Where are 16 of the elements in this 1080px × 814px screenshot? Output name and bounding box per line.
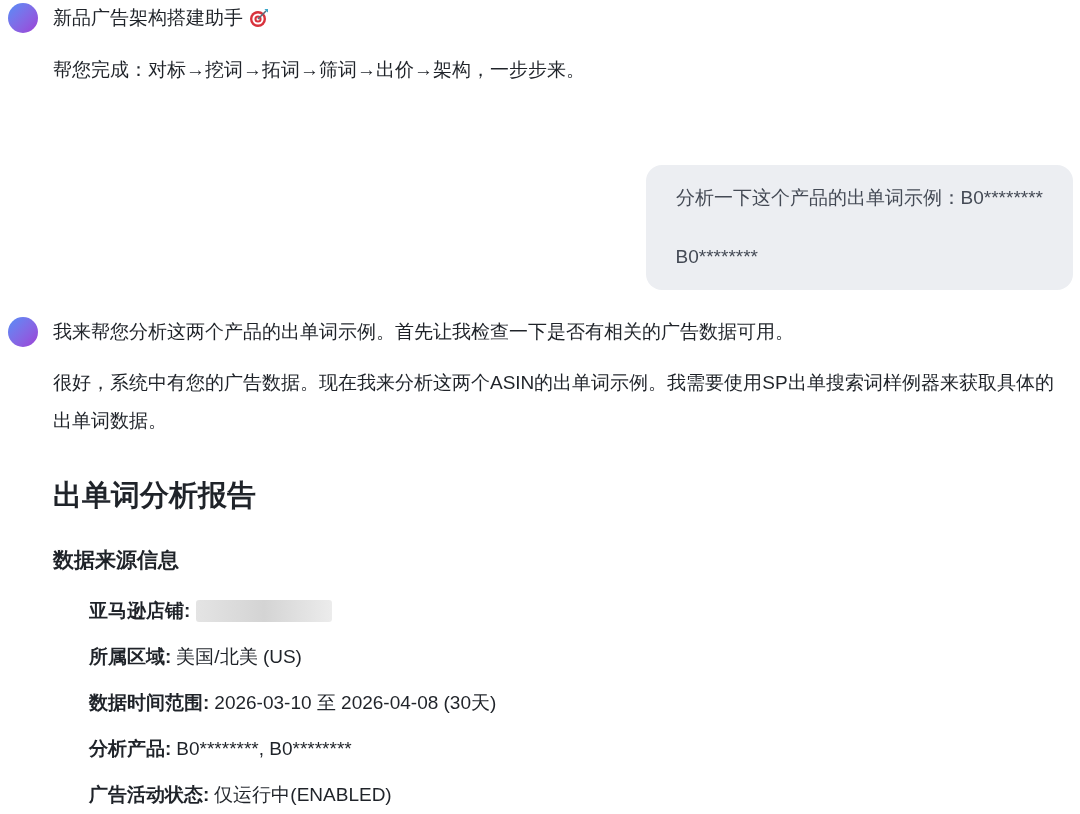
reply-text: 我来帮您分析这两个产品的出单词示例。首先让我检查一下是否有相关的广告数据可用。 (53, 320, 794, 344)
assistant-avatar (8, 317, 38, 347)
assistant-avatar (8, 3, 38, 33)
target-icon (249, 8, 269, 28)
info-item: 分析产品: B0********, B0******** (89, 737, 353, 761)
info-label: 亚马逊店铺: (89, 599, 191, 623)
assistant-name: 新品广告架构搭建助手 (53, 6, 243, 30)
info-item: 广告活动状态: 仅运行中(ENABLED) (89, 783, 393, 807)
user-message-text: B0******** (675, 245, 759, 269)
info-item: 数据时间范围: 2026-03-10 至 2026-04-08 (30天) (89, 691, 498, 715)
info-item: 所属区域: 美国/北美 (US) (89, 645, 303, 669)
section-heading: 数据来源信息 (53, 547, 180, 573)
reply-text: 很好，系统中有您的广告数据。现在我来分析这两个ASIN的出单词示例。我需要使用SP出单搜索词样例器来获取具体的出单词数据。 (53, 371, 1055, 433)
report-heading: 出单词分析报告 (53, 478, 257, 513)
user-message-text: 分析一下这个产品的出单词示例：B0******** (675, 186, 1043, 210)
intro-text: 帮您完成：对标→挖词→拓词→筛词→出价→架构，一步步来。 (53, 58, 586, 82)
